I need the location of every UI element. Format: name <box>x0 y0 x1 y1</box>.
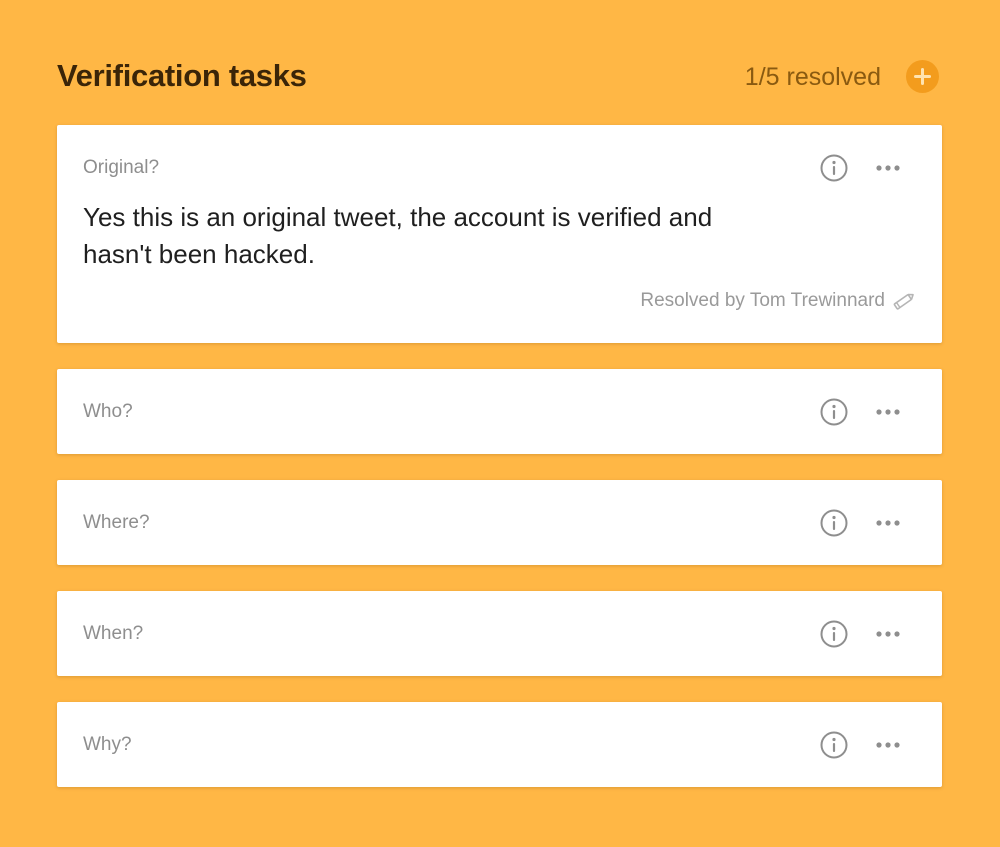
task-card-when[interactable]: When? <box>57 591 942 676</box>
task-label: Who? <box>83 401 133 422</box>
info-icon[interactable] <box>819 153 849 183</box>
info-icon[interactable] <box>819 619 849 649</box>
task-card-who[interactable]: Who? <box>57 369 942 454</box>
task-card-where[interactable]: Where? <box>57 480 942 565</box>
task-answer: Yes this is an original tweet, the accou… <box>83 202 713 269</box>
verification-header: Verification tasks 1/5 resolved <box>57 52 942 100</box>
info-icon[interactable] <box>819 730 849 760</box>
more-horizontal-icon[interactable] <box>873 153 903 183</box>
more-horizontal-icon[interactable] <box>873 730 903 760</box>
info-icon[interactable] <box>819 508 849 538</box>
task-label: Original? <box>83 157 160 178</box>
task-label: When? <box>83 623 144 644</box>
resolved-by-text: Resolved by Tom Trewinnard <box>640 290 885 311</box>
resolved-count: 1/5 resolved <box>744 63 881 91</box>
more-horizontal-icon[interactable] <box>873 397 903 427</box>
plus-circle-icon <box>914 68 931 85</box>
page-title: Verification tasks <box>57 58 307 93</box>
task-card-original[interactable]: Original? Yes this is an original tweet,… <box>57 125 942 343</box>
info-icon[interactable] <box>819 397 849 427</box>
pencil-icon[interactable] <box>892 289 916 313</box>
more-horizontal-icon[interactable] <box>873 508 903 538</box>
more-horizontal-icon[interactable] <box>873 619 903 649</box>
add-task-button[interactable] <box>906 60 939 93</box>
task-card-why[interactable]: Why? <box>57 702 942 787</box>
task-label: Why? <box>83 734 132 755</box>
task-label: Where? <box>83 512 150 533</box>
